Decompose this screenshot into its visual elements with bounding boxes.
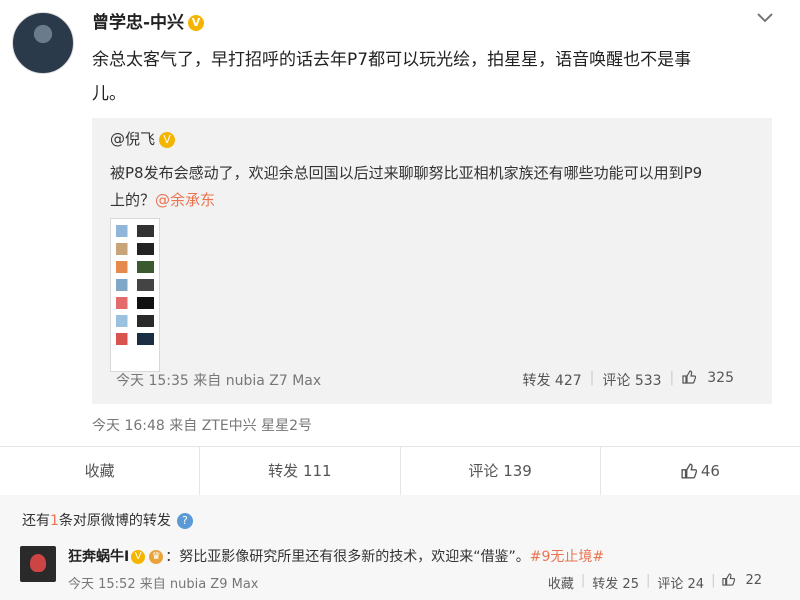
thumbs-up-icon (682, 370, 697, 384)
repost-text: ：努比亚影像研究所里还有很多新的技术，欢迎来“借鉴”。 (165, 549, 530, 565)
repost-favorite-button[interactable]: 收藏 (541, 573, 581, 592)
thumbnail-row (116, 297, 154, 309)
quoted-text-line-1: 被P8发布会感动了，欢迎余总回国以后过来聊聊努比亚相机家族还有哪些功能可以用到P… (110, 164, 703, 182)
favorite-button[interactable]: 收藏 (0, 447, 201, 495)
more-reposts-label[interactable]: 还有1条对原微博的转发? (22, 510, 193, 530)
author-avatar[interactable] (12, 12, 74, 74)
author-name-text[interactable]: 曾学忠-中兴 (92, 13, 184, 33)
thumbs-up-icon (722, 573, 736, 586)
verified-badge-icon: V (159, 131, 176, 148)
thumbnail-row (116, 279, 154, 291)
like-count: 46 (700, 462, 720, 480)
repost-comment-button[interactable]: 评论 24 (650, 573, 711, 592)
repost-actions: 收藏 | 转发 25 | 评论 24 | 22 (541, 573, 776, 592)
post-text-line-1: 余总太客气了，早打招呼的话去年P7都可以玩光绘，拍星星，语音唤醒也不是事 (92, 50, 692, 70)
quoted-like-count: 325 (707, 370, 734, 386)
member-badge-icon: ♛ (149, 550, 164, 564)
quoted-actions: 转发 427 | 评论 533 | 325 (514, 370, 750, 390)
repost-meta[interactable]: 今天 15:52 来自 nubia Z9 Max (68, 573, 259, 592)
quoted-meta[interactable]: 今天 15:35 来自 nubia Z7 Max (116, 370, 321, 390)
more-label-count: 1 (50, 513, 59, 529)
quoted-text-line-2: 上的？@余承东 (110, 187, 760, 214)
hashtag-link[interactable]: #9无止境# (530, 549, 604, 565)
repost-like-button[interactable]: 22 (715, 573, 776, 592)
quoted-post: @倪飞 V 被P8发布会感动了，欢迎余总回国以后过来聊聊努比亚相机家族还有哪些功能… (92, 118, 772, 404)
thumbnail-row (116, 243, 154, 255)
attached-image-thumbnail[interactable] (110, 218, 160, 372)
post-meta[interactable]: 今天 16:48 来自 ZTE中兴 星星2号 (92, 415, 312, 435)
quoted-author-name[interactable]: @倪飞 (110, 130, 155, 148)
thumbnail-row (116, 261, 154, 273)
verified-badge-icon: V (188, 15, 205, 31)
quoted-like-button[interactable]: 325 (674, 370, 750, 390)
mention-link[interactable]: @余承东 (155, 191, 215, 209)
thumbnail-row (116, 315, 154, 327)
repost-repost-button[interactable]: 转发 25 (585, 573, 646, 592)
verified-badge-icon: V (131, 550, 146, 564)
repost-user-name[interactable]: 狂奔蜗牛I (68, 549, 129, 565)
repost-item: 狂奔蜗牛I V ♛ ：努比亚影像研究所里还有很多新的技术，欢迎来“借鉴”。#9无止境# (68, 546, 604, 566)
help-icon[interactable]: ? (176, 513, 193, 529)
like-button[interactable]: 46 (601, 447, 800, 495)
thumbnail-row (116, 333, 154, 345)
post-action-bar: 收藏 转发 111 评论 139 46 (0, 446, 800, 496)
quoted-text: 被P8发布会感动了，欢迎余总回国以后过来聊聊努比亚相机家族还有哪些功能可以用到P… (110, 160, 760, 214)
thumbnail-row (116, 225, 154, 237)
quoted-text-line-2-prefix: 上的？ (110, 191, 156, 209)
comment-button[interactable]: 评论 139 (401, 447, 601, 495)
thumbs-up-icon (681, 463, 698, 479)
post-text: 余总太客气了，早打招呼的话去年P7都可以玩光绘，拍星星，语音唤醒也不是事 儿。 (92, 43, 772, 111)
author-name[interactable]: 曾学忠-中兴 V (92, 8, 205, 33)
quoted-author[interactable]: @倪飞 V (110, 128, 176, 149)
more-label-suffix: 条对原微博的转发 (58, 513, 171, 529)
more-label-prefix: 还有 (22, 513, 50, 529)
quoted-repost-button[interactable]: 转发 427 (514, 370, 589, 390)
quoted-comment-button[interactable]: 评论 533 (594, 370, 669, 390)
repost-like-count: 22 (745, 573, 762, 588)
repost-user-avatar[interactable] (20, 546, 56, 582)
chevron-down-icon[interactable] (756, 8, 774, 29)
repost-button[interactable]: 转发 111 (200, 447, 401, 495)
post-text-line-2: 儿。 (92, 84, 126, 104)
